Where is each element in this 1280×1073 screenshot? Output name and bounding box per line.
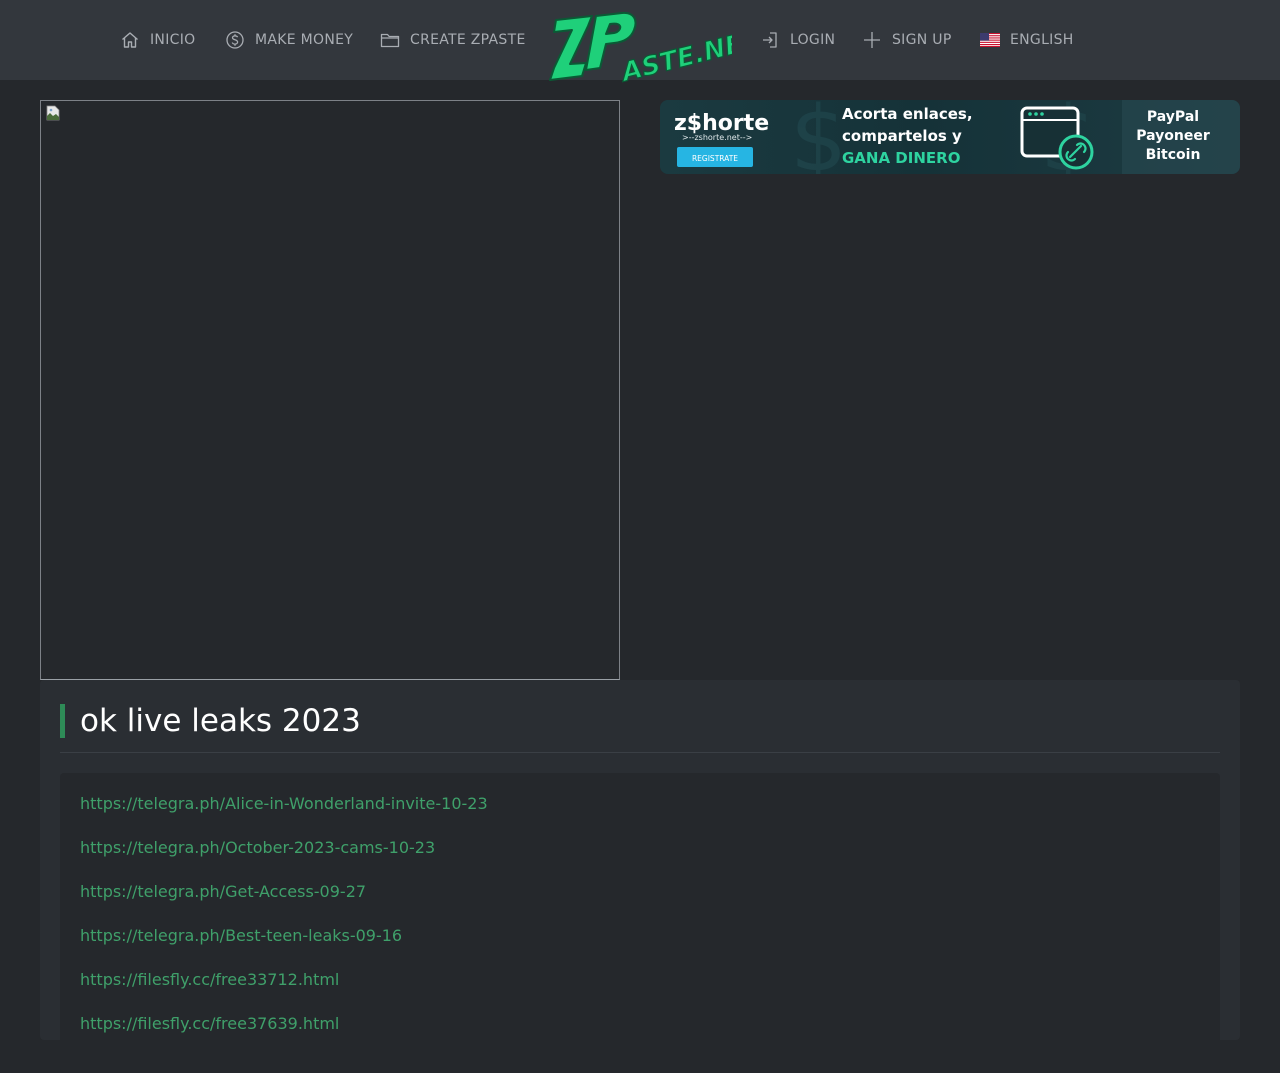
nav-create-zpaste-label: CREATE ZPASTE: [410, 32, 526, 48]
paste-title: ok live leaks 2023: [60, 704, 361, 738]
list-item: https://telegra.ph/October-2023-cams-10-…: [80, 837, 488, 881]
site-logo[interactable]: ASTE.NET: [548, 6, 766, 92]
nav-login-label: LOGIN: [790, 32, 836, 48]
nav-make-money[interactable]: MAKE MONEY: [225, 28, 353, 52]
nav-language-english[interactable]: ENGLISH: [980, 28, 1074, 52]
broken-image-icon: [46, 105, 60, 121]
nav-sign-up[interactable]: SIGN UP: [862, 28, 952, 52]
dollar-icon: [225, 30, 245, 50]
nav-create-zpaste[interactable]: CREATE ZPASTE: [380, 28, 526, 52]
banner-pay2: Payoneer: [1136, 128, 1210, 144]
list-item: https://telegra.ph/Get-Access-09-27: [80, 881, 488, 925]
us-flag-icon: [980, 30, 1000, 50]
login-icon: [760, 30, 780, 50]
banner-pay3: Bitcoin: [1146, 147, 1201, 163]
zpaste-logo: ASTE.NET: [549, 11, 766, 89]
list-item: https://filesfly.cc/free33712.html: [80, 969, 488, 1013]
nav-language-label: ENGLISH: [1010, 32, 1074, 48]
svg-text:$: $: [790, 100, 847, 174]
nav-login[interactable]: LOGIN: [760, 28, 835, 52]
paste-link[interactable]: https://telegra.ph/Best-teen-leaks-09-16: [80, 926, 402, 945]
nav-sign-up-label: SIGN UP: [892, 32, 952, 48]
banner-brand-url: >--zshorte.net-->: [682, 133, 752, 142]
nav-inicio-label: INICIO: [150, 32, 196, 48]
nav-make-money-label: MAKE MONEY: [255, 32, 354, 48]
list-item: https://filesfly.cc/free37639.html: [80, 1013, 488, 1057]
top-navbar: INICIO MAKE MONEY CREATE ZPASTE ASTE.NET…: [0, 0, 1280, 89]
banner-line2: compartelos y: [842, 127, 962, 145]
banner-pay1: PayPal: [1147, 109, 1199, 125]
title-divider: [60, 752, 1220, 753]
list-item: https://telegra.ph/Best-teen-leaks-09-16: [80, 925, 488, 969]
banner-cta: REGISTRATE: [692, 154, 738, 163]
paste-link-list: https://telegra.ph/Alice-in-Wonderland-i…: [80, 793, 488, 1057]
banner-line1: Acorta enlaces,: [842, 105, 973, 123]
home-icon: [120, 30, 140, 50]
embedded-media-frame[interactable]: [40, 100, 620, 680]
banner-line3: GANA DINERO: [842, 149, 960, 167]
zshorte-banner-ad[interactable]: $ $ z$horte >--zshorte.net--> REGISTRATE…: [660, 100, 1240, 174]
list-item: https://telegra.ph/Alice-in-Wonderland-i…: [80, 793, 488, 837]
paste-link[interactable]: https://telegra.ph/Get-Access-09-27: [80, 882, 366, 901]
paste-link[interactable]: https://telegra.ph/Alice-in-Wonderland-i…: [80, 794, 488, 813]
paste-link[interactable]: https://telegra.ph/October-2023-cams-10-…: [80, 838, 435, 857]
paste-card: ok live leaks 2023 https://telegra.ph/Al…: [40, 680, 1240, 1073]
plus-icon: [862, 30, 882, 50]
paste-link[interactable]: https://filesfly.cc/free33712.html: [80, 970, 339, 989]
paste-content: https://telegra.ph/Alice-in-Wonderland-i…: [60, 773, 1220, 1073]
banner-graphic: $ $ z$horte >--zshorte.net--> REGISTRATE…: [660, 100, 1240, 174]
nav-inicio[interactable]: INICIO: [120, 28, 195, 52]
folder-icon: [380, 30, 400, 50]
svg-text:ASTE.NET: ASTE.NET: [617, 24, 732, 88]
